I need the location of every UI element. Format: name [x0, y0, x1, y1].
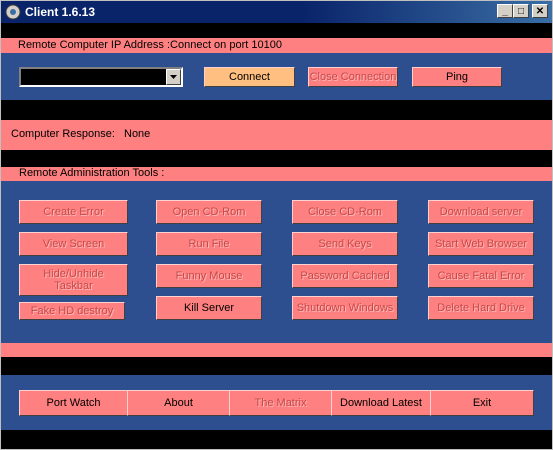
title-bar: Client 1.6.13 _ □ ✕ [1, 1, 552, 23]
window-title: Client 1.6.13 [25, 5, 96, 19]
download-server-button[interactable]: Download server [428, 200, 534, 224]
close-window-button[interactable]: ✕ [532, 4, 548, 18]
create-error-button[interactable]: Create Error [19, 200, 128, 224]
kill-server-button[interactable]: Kill Server [156, 296, 262, 320]
view-screen-button[interactable]: View Screen [19, 232, 128, 256]
the-matrix-button[interactable]: The Matrix [229, 390, 332, 416]
bottom-panel: Port Watch About The Matrix Download Lat… [1, 375, 552, 430]
exit-button[interactable]: Exit [430, 390, 534, 416]
run-file-button[interactable]: Run File [156, 232, 262, 256]
about-button[interactable]: About [127, 390, 230, 416]
delete-hard-drive-button[interactable]: Delete Hard Drive [428, 296, 534, 320]
send-keys-button[interactable]: Send Keys [292, 232, 398, 256]
minimize-button[interactable]: _ [497, 4, 513, 18]
client-window: Client 1.6.13 _ □ ✕ Remote Computer IP A… [0, 0, 553, 450]
cause-fatal-error-button[interactable]: Cause Fatal Error [428, 264, 534, 288]
combo-dropdown-button[interactable] [166, 69, 181, 85]
tools-header: Remote Administration Tools : [19, 167, 165, 179]
funny-mouse-button[interactable]: Funny Mouse [156, 264, 262, 288]
tools-panel: Create Error View Screen Hide/Unhide Tas… [1, 181, 552, 343]
password-cached-button[interactable]: Password Cached [292, 264, 398, 288]
connection-header: Remote Computer IP Address :Connect on p… [18, 39, 282, 51]
port-watch-button[interactable]: Port Watch [19, 390, 128, 416]
hide-taskbar-button[interactable]: Hide/Unhide Taskbar [19, 264, 128, 296]
shutdown-windows-button[interactable]: Shutdown Windows [292, 296, 398, 320]
close-cdrom-button[interactable]: Close CD-Rom [292, 200, 398, 224]
download-latest-button[interactable]: Download Latest [331, 390, 431, 416]
close-connection-button[interactable]: Close Connection [308, 67, 398, 87]
ip-address-combo[interactable] [19, 67, 183, 87]
start-web-browser-button[interactable]: Start Web Browser [428, 232, 534, 256]
chevron-down-icon [170, 75, 177, 79]
open-cdrom-button[interactable]: Open CD-Rom [156, 200, 262, 224]
connection-header-bar: Remote Computer IP Address :Connect on p… [1, 38, 552, 53]
tools-header-bar: Remote Administration Tools : [1, 167, 552, 181]
fake-hd-destroy-button[interactable]: Fake HD destroy [19, 302, 125, 320]
connect-button[interactable]: Connect [204, 67, 295, 87]
response-bar: Computer Response: None [1, 120, 552, 150]
response-label: Computer Response: [11, 128, 115, 140]
divider-bar [1, 343, 552, 357]
maximize-button[interactable]: □ [513, 4, 529, 18]
ping-button[interactable]: Ping [412, 67, 502, 87]
app-icon [5, 4, 21, 20]
connection-panel: Connect Close Connection Ping [1, 53, 552, 100]
response-value: None [124, 128, 151, 140]
